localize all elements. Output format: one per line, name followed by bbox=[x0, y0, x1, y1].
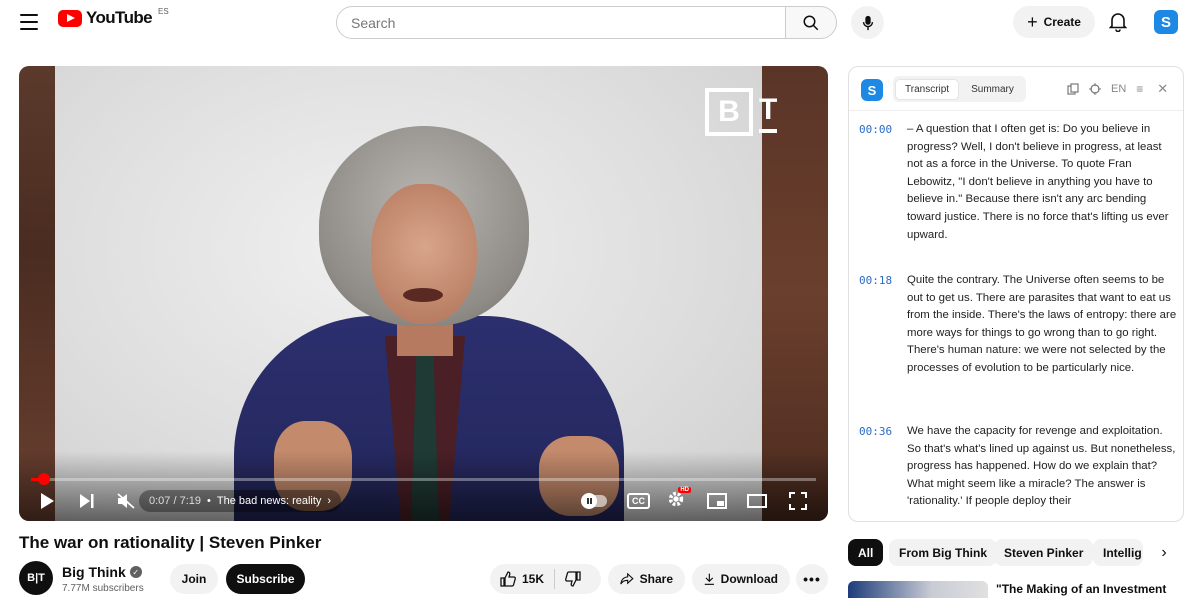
transcript-text: – A question that I often get is: Do you… bbox=[907, 123, 1169, 241]
watermark-b: B bbox=[705, 88, 753, 136]
chips-next-button[interactable]: › bbox=[1155, 544, 1173, 562]
miniplayer-icon bbox=[707, 493, 727, 509]
recommendation-title[interactable]: "The Making of an Investment bbox=[996, 582, 1166, 596]
fullscreen-button[interactable] bbox=[789, 489, 807, 513]
like-button[interactable]: 15K bbox=[490, 569, 556, 589]
plus-icon: + bbox=[1027, 12, 1038, 32]
share-icon bbox=[620, 572, 634, 585]
target-icon[interactable] bbox=[1089, 83, 1101, 95]
list-icon[interactable]: ≡ bbox=[1136, 82, 1143, 96]
download-button[interactable]: Download bbox=[692, 564, 790, 594]
chip-all[interactable]: All bbox=[848, 539, 884, 566]
extension-icon[interactable]: S bbox=[1154, 10, 1178, 34]
tab-transcript[interactable]: Transcript bbox=[896, 79, 959, 99]
language-selector[interactable]: EN bbox=[1111, 83, 1126, 95]
captions-icon: CC bbox=[627, 493, 650, 509]
autoplay-toggle[interactable] bbox=[581, 489, 607, 513]
logo-text: YouTube bbox=[86, 8, 153, 27]
captions-button[interactable]: CC bbox=[627, 489, 650, 513]
join-button[interactable]: Join bbox=[170, 564, 218, 594]
hd-badge: HD bbox=[678, 486, 691, 493]
timestamp-link[interactable]: 00:36 bbox=[859, 423, 899, 521]
subscriber-count: 7.77M subscribers bbox=[62, 583, 144, 594]
transcript-entry[interactable]: 00:18 Quite the contrary. The Universe o… bbox=[859, 272, 1177, 378]
youtube-play-icon bbox=[58, 9, 82, 27]
progress-scrubber[interactable] bbox=[38, 473, 50, 485]
create-button[interactable]: + Create bbox=[1013, 6, 1095, 38]
video-title: The war on rationality | Steven Pinker bbox=[19, 533, 322, 552]
verified-icon: ✓ bbox=[129, 566, 142, 578]
more-actions-button[interactable]: ••• bbox=[796, 564, 828, 594]
voice-search-button[interactable] bbox=[851, 6, 884, 39]
recommendation-thumbnail[interactable] bbox=[848, 581, 988, 598]
extension-logo-icon[interactable]: S bbox=[861, 79, 883, 101]
download-label: Download bbox=[720, 572, 778, 586]
next-button[interactable] bbox=[79, 489, 95, 513]
fullscreen-icon bbox=[789, 492, 807, 510]
transcript-text: We have the capacity for revenge and exp… bbox=[907, 425, 1176, 508]
video-player[interactable]: B T 0:07 / 7:19 • The bad news: reality … bbox=[19, 66, 828, 521]
transcript-text: Quite the contrary. The Universe often s… bbox=[907, 274, 1177, 374]
logo-country-code: ES bbox=[158, 6, 169, 16]
microphone-icon bbox=[862, 15, 873, 30]
separator-dot: • bbox=[207, 495, 211, 507]
chevron-right-icon: › bbox=[327, 495, 332, 507]
search-box bbox=[336, 6, 786, 39]
copy-icon[interactable] bbox=[1067, 83, 1079, 95]
play-icon bbox=[41, 493, 54, 509]
channel-name[interactable]: Big Think bbox=[62, 564, 126, 580]
create-label: Create bbox=[1043, 15, 1081, 29]
play-button[interactable] bbox=[39, 489, 55, 513]
chip-from-big-think[interactable]: From Big Think bbox=[889, 539, 997, 566]
theater-icon bbox=[747, 494, 767, 508]
notifications-button[interactable] bbox=[1106, 10, 1130, 34]
transcript-tabs: Transcript Summary bbox=[893, 76, 1026, 102]
watermark-t: T bbox=[759, 91, 778, 133]
channel-name-row[interactable]: Big Think ✓ bbox=[62, 564, 142, 580]
search-button[interactable] bbox=[785, 6, 837, 39]
search-input[interactable] bbox=[351, 14, 785, 31]
channel-avatar[interactable]: B|T bbox=[19, 561, 53, 595]
thumbs-up-icon bbox=[500, 571, 516, 587]
youtube-logo[interactable]: YouTube ES bbox=[58, 6, 169, 28]
transcript-panel: S Transcript Summary EN ≡ ✕ 00:00 – A qu… bbox=[848, 66, 1184, 522]
like-dislike-group: 15K bbox=[490, 564, 601, 594]
transcript-entry[interactable]: 00:36 We have the capacity for revenge a… bbox=[859, 423, 1177, 521]
settings-button[interactable]: HD bbox=[667, 486, 691, 513]
progress-bar[interactable] bbox=[31, 478, 816, 481]
timestamp-link[interactable]: 00:00 bbox=[859, 121, 899, 244]
chapter-title: The bad news: reality bbox=[216, 495, 322, 507]
thumbs-down-icon bbox=[565, 571, 581, 587]
subscribe-button[interactable]: Subscribe bbox=[226, 564, 305, 594]
share-label: Share bbox=[639, 572, 673, 586]
bell-icon bbox=[1109, 13, 1127, 32]
chevron-right-icon: › bbox=[1161, 544, 1167, 561]
timestamp-link[interactable]: 00:18 bbox=[859, 272, 899, 378]
mute-button[interactable] bbox=[117, 489, 135, 513]
chip-intelligence[interactable]: Intellig bbox=[1093, 539, 1143, 566]
chip-steven-pinker[interactable]: Steven Pinker bbox=[994, 539, 1094, 566]
transcript-toolbar: EN ≡ ✕ bbox=[1067, 81, 1168, 97]
share-button[interactable]: Share bbox=[608, 564, 685, 594]
download-icon bbox=[704, 573, 714, 585]
like-count: 15K bbox=[522, 572, 545, 586]
transcript-entry[interactable]: 00:00 – A question that I often get is: … bbox=[859, 121, 1177, 244]
menu-icon[interactable] bbox=[20, 14, 38, 30]
video-frame-face bbox=[371, 184, 477, 324]
search-icon bbox=[803, 15, 819, 30]
toggle-icon bbox=[581, 493, 607, 509]
close-icon[interactable]: ✕ bbox=[1157, 81, 1168, 97]
theater-mode-button[interactable] bbox=[747, 489, 767, 513]
miniplayer-button[interactable] bbox=[707, 489, 727, 513]
video-frame-mouth bbox=[403, 288, 443, 302]
dislike-button[interactable] bbox=[555, 571, 591, 587]
channel-watermark[interactable]: B T bbox=[705, 88, 778, 136]
skip-next-icon bbox=[80, 494, 94, 508]
time-display: 0:07 / 7:19 bbox=[149, 495, 201, 507]
tab-summary[interactable]: Summary bbox=[962, 80, 1023, 99]
time-and-chapter[interactable]: 0:07 / 7:19 • The bad news: reality › bbox=[139, 490, 342, 512]
more-horizontal-icon: ••• bbox=[803, 571, 821, 587]
volume-muted-icon bbox=[117, 493, 135, 509]
